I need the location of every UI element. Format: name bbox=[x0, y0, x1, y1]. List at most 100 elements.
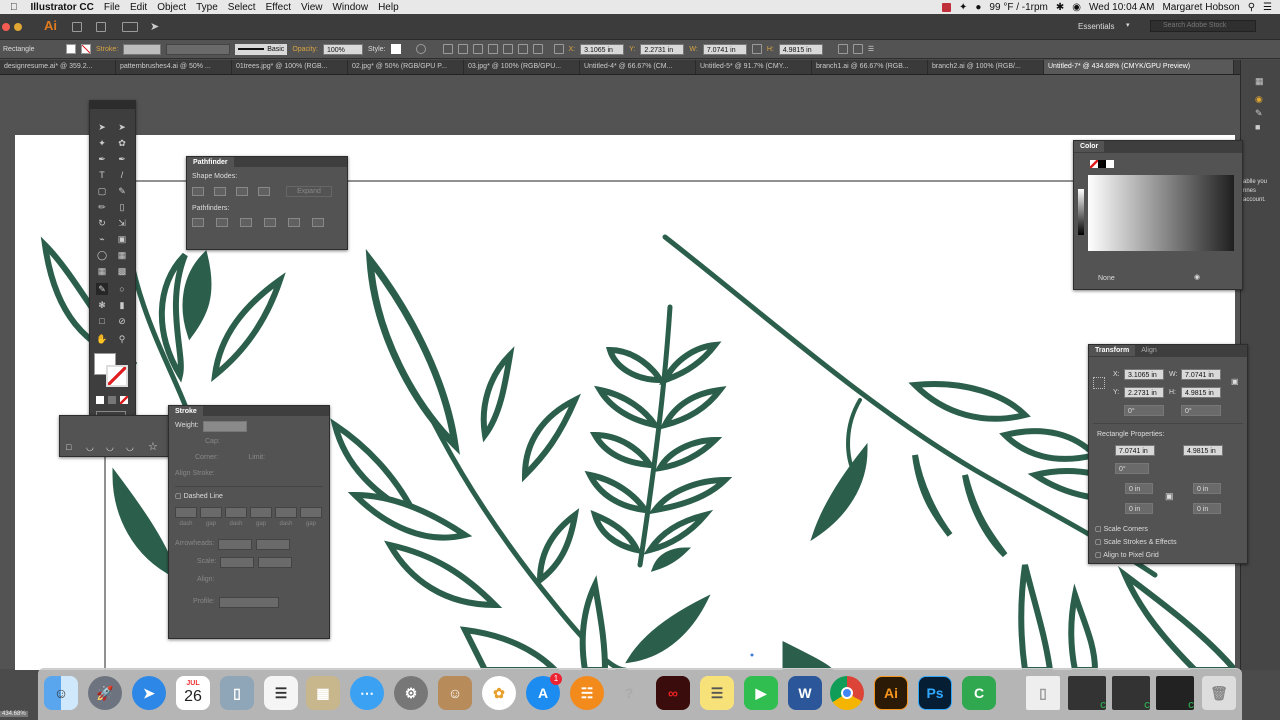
star-icon[interactable]: ☆ bbox=[148, 440, 158, 453]
menu-help[interactable]: Help bbox=[378, 2, 399, 13]
rect-width-field[interactable]: 7.0741 in bbox=[1115, 445, 1155, 456]
corner-radius-4[interactable]: 0 in bbox=[1193, 503, 1221, 514]
weather-status[interactable]: 99 °F / -1rpm bbox=[989, 2, 1047, 13]
contacts-icon[interactable]: ☺ bbox=[438, 676, 472, 710]
line-tool-icon[interactable]: / bbox=[116, 169, 128, 181]
corner-radius-1[interactable]: 0 in bbox=[1125, 483, 1153, 494]
intersect-button[interactable] bbox=[236, 187, 248, 196]
send-icon[interactable]: ➤ bbox=[150, 20, 159, 33]
trim-button[interactable] bbox=[215, 218, 228, 227]
brushes-icon[interactable]: ✎ bbox=[1255, 108, 1263, 119]
place-symbol-icon[interactable]: □ bbox=[66, 442, 71, 452]
chrome-icon[interactable] bbox=[830, 676, 864, 710]
user-name[interactable]: Margaret Hobson bbox=[1162, 2, 1239, 13]
lasso-tool-icon[interactable]: ✿ bbox=[116, 137, 128, 149]
doc-tab[interactable]: 02.jpg* @ 50% (RGB/GPU P... bbox=[348, 60, 464, 74]
grayscale-slider[interactable] bbox=[1078, 189, 1084, 235]
profile-dropdown[interactable] bbox=[218, 596, 279, 608]
corner-radius-2[interactable]: 0 in bbox=[1193, 483, 1221, 494]
photos-icon[interactable]: ✿ bbox=[482, 676, 516, 710]
workspace-switcher[interactable]: Essentials bbox=[1078, 22, 1114, 31]
pathfinder-tab[interactable]: Pathfinder bbox=[187, 157, 234, 168]
transform-y-field[interactable]: 2.2731 in bbox=[1124, 387, 1164, 398]
outline-button[interactable] bbox=[287, 218, 300, 227]
scale-strokes-checkbox[interactable]: ▢ bbox=[1095, 539, 1104, 546]
exclude-button[interactable] bbox=[258, 187, 270, 196]
gap-field[interactable] bbox=[200, 507, 222, 518]
arrowhead-end-dropdown[interactable] bbox=[256, 538, 291, 550]
apple-icon[interactable]:  bbox=[10, 2, 18, 13]
direct-selection-tool-icon[interactable]: ➤ bbox=[116, 121, 128, 133]
color-spectrum[interactable] bbox=[1088, 175, 1234, 251]
doc-tab[interactable]: Untitled-5* @ 91.7% (CMY... bbox=[696, 60, 812, 74]
free-transform-tool-icon[interactable]: ▣ bbox=[116, 233, 128, 245]
doc-tab[interactable]: designresume.ai* @ 359.2... bbox=[0, 60, 116, 74]
photoshop-icon[interactable]: Ps bbox=[918, 676, 952, 710]
minus-back-button[interactable] bbox=[311, 218, 324, 227]
ibooks-icon[interactable]: ☵ bbox=[570, 676, 604, 710]
menu-file[interactable]: File bbox=[104, 2, 120, 13]
eyedropper-tool-icon[interactable]: ✎ bbox=[96, 283, 108, 295]
crop-button[interactable] bbox=[263, 218, 276, 227]
align-right-icon[interactable] bbox=[487, 44, 498, 54]
menu-object[interactable]: Object bbox=[157, 2, 186, 13]
stock-search-input[interactable]: Search Adobe Stock bbox=[1150, 20, 1256, 32]
style-swatch[interactable] bbox=[390, 44, 401, 54]
acrobat-icon[interactable]: ∞ bbox=[656, 676, 690, 710]
brush-dropdown[interactable]: Basic bbox=[235, 43, 288, 55]
isolate-icon[interactable] bbox=[852, 44, 863, 54]
anchor-point[interactable] bbox=[750, 653, 754, 657]
stroke-label[interactable]: Stroke: bbox=[96, 46, 118, 53]
x-field[interactable]: 3.1065 in bbox=[580, 43, 625, 55]
shield-icon[interactable]: ● bbox=[975, 2, 981, 13]
preview-icon[interactable]: ▯ bbox=[220, 676, 254, 710]
clock[interactable]: Wed 10:04 AM bbox=[1089, 2, 1154, 13]
scale-corners-checkbox[interactable]: ▢ bbox=[1095, 526, 1104, 533]
menu-view[interactable]: View bbox=[301, 2, 323, 13]
panel-menu-icon[interactable]: ☰ bbox=[868, 45, 874, 53]
black-swatch[interactable] bbox=[1098, 160, 1106, 168]
transform-icon[interactable] bbox=[837, 44, 848, 54]
align-bottom-icon[interactable] bbox=[532, 44, 543, 54]
menu-select[interactable]: Select bbox=[228, 2, 256, 13]
align-left-icon[interactable] bbox=[457, 44, 468, 54]
bridge-icon[interactable] bbox=[72, 22, 82, 32]
transform-tab[interactable]: Transform bbox=[1089, 345, 1136, 356]
align-to-icon[interactable] bbox=[442, 44, 453, 54]
gap-field[interactable] bbox=[300, 507, 322, 518]
menu-edit[interactable]: Edit bbox=[130, 2, 147, 13]
menu-window[interactable]: Window bbox=[332, 2, 368, 13]
expand-button[interactable]: Expand bbox=[286, 186, 332, 197]
swatches-icon[interactable]: ■ bbox=[1255, 122, 1260, 132]
notification-icon[interactable]: ☰ bbox=[1263, 2, 1272, 13]
variable-width-dropdown[interactable] bbox=[166, 43, 231, 55]
opacity-field[interactable]: 100% bbox=[323, 43, 363, 55]
recent-window-thumbnail[interactable]: C bbox=[1112, 676, 1150, 710]
dropbox-icon[interactable]: ✦ bbox=[959, 2, 967, 13]
menu-effect[interactable]: Effect bbox=[266, 2, 291, 13]
doc-tab-active[interactable]: Untitled-7* @ 434.68% (CMYK/GPU Preview) bbox=[1044, 60, 1234, 74]
color-mode-gradient-icon[interactable] bbox=[108, 396, 116, 404]
new-symbol-icon[interactable]: ◡ bbox=[126, 442, 134, 453]
menu-type[interactable]: Type bbox=[196, 2, 218, 13]
help-icon[interactable]: ? bbox=[612, 676, 646, 710]
link-icon[interactable]: ▣ bbox=[1231, 377, 1239, 386]
rotate-field[interactable]: 0° bbox=[1124, 405, 1164, 416]
trash-icon[interactable]: 🗑 bbox=[1202, 676, 1236, 710]
eraser-tool-icon[interactable]: ▯ bbox=[116, 201, 128, 213]
messages-icon[interactable]: ⋯ bbox=[350, 676, 384, 710]
calendar-icon[interactable]: JUL 26 bbox=[176, 676, 210, 710]
arrowhead-start-dropdown[interactable] bbox=[218, 538, 253, 550]
scale-end-field[interactable] bbox=[258, 556, 293, 568]
doc-tab[interactable]: 03.jpg* @ 100% (RGB/GPU... bbox=[464, 60, 580, 74]
link-corners-icon[interactable]: ▣ bbox=[1165, 491, 1174, 502]
facetime-icon[interactable]: ▶ bbox=[744, 676, 778, 710]
artboard-tool-icon[interactable]: □ bbox=[96, 315, 108, 327]
h-field[interactable]: 4.9815 in bbox=[778, 43, 823, 55]
weight-field[interactable] bbox=[202, 420, 247, 432]
dashed-line-checkbox[interactable]: ▢ bbox=[175, 493, 184, 500]
reference-point-icon[interactable] bbox=[1093, 377, 1105, 389]
magic-wand-tool-icon[interactable]: ✦ bbox=[96, 137, 108, 149]
align-center-icon[interactable] bbox=[472, 44, 483, 54]
camtasia-icon[interactable]: C bbox=[962, 676, 996, 710]
